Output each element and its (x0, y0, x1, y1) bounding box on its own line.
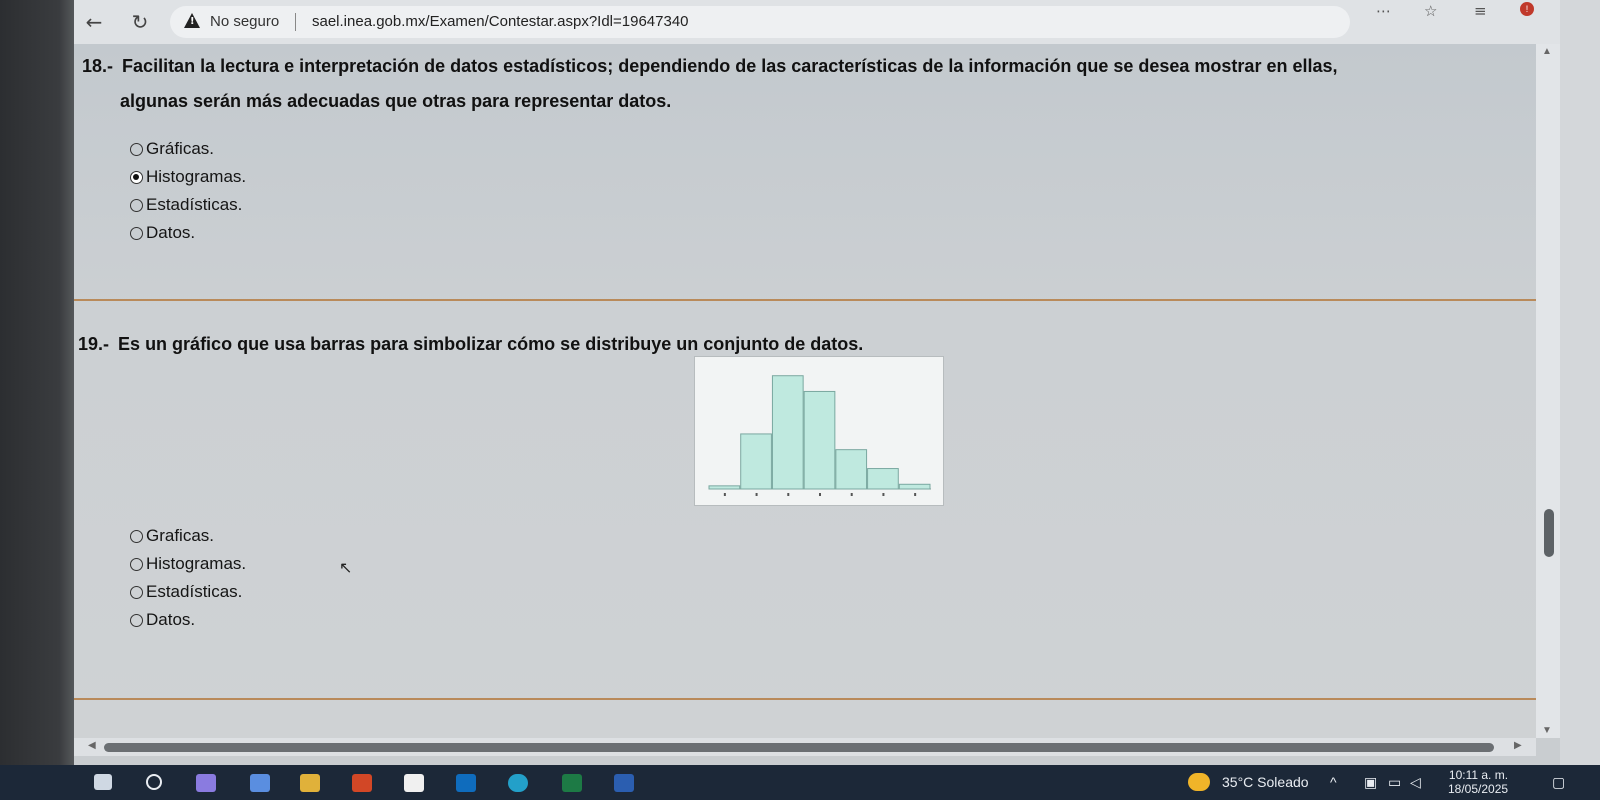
option-datos[interactable]: Datos. (130, 608, 195, 632)
vertical-scroll-thumb[interactable] (1544, 509, 1554, 557)
radio-icon[interactable] (130, 198, 143, 212)
window-right-edge (1560, 0, 1600, 765)
outlook-icon[interactable] (456, 774, 476, 792)
question-divider (74, 299, 1536, 301)
option-graficas[interactable]: Graficas. (130, 524, 214, 548)
scroll-down-arrow-icon[interactable]: ▼ (1542, 725, 1552, 736)
tray-meet-icon[interactable]: ▣ (1364, 774, 1377, 791)
windows-taskbar: 35°C Soleado ^ ▣ ▭ ◁ 10:11 a. m. 18/05/2… (0, 765, 1600, 800)
histogram-tick (914, 493, 917, 496)
exam-page: 18.- Facilitan la lectura e interpretaci… (74, 44, 1536, 738)
warning-icon (184, 13, 200, 28)
solitaire-icon[interactable] (404, 774, 424, 792)
mouse-cursor-icon: ↖ (339, 558, 353, 577)
url-text[interactable]: sael.inea.gob.mx/Examen/Contestar.aspx?I… (312, 13, 689, 30)
clock-time: 10:11 a. m. (1448, 768, 1509, 782)
option-label: Histogramas. (146, 167, 247, 186)
page-bottom-divider (74, 698, 1536, 700)
histogram-image (694, 356, 944, 506)
radio-icon[interactable] (130, 142, 143, 156)
histogram-chart (708, 375, 931, 496)
vertical-scrollbar[interactable]: ▲ ▼ (1536, 44, 1560, 738)
question-19-text: 19.- Es un gráfico que usa barras para s… (78, 334, 863, 355)
histogram-tick (723, 493, 726, 496)
option-label: Histogramas. (146, 554, 247, 573)
histogram-bar (898, 483, 931, 490)
weather-sun-icon (1188, 773, 1210, 791)
option-label: Estadísticas. (146, 195, 243, 214)
option-estadisticas[interactable]: Estadísticas. (130, 580, 242, 604)
question-text-line1: Facilitan la lectura e interpretación de… (122, 56, 1338, 76)
address-bar[interactable]: No seguro sael.inea.gob.mx/Examen/Contes… (170, 6, 1350, 38)
question-text-line1: Es un gráfico que usa barras para simbol… (118, 334, 864, 354)
notification-badge-icon[interactable]: ! (1520, 2, 1534, 16)
clock-date: 18/05/2025 (1448, 782, 1509, 796)
word-icon[interactable] (614, 774, 634, 792)
horizontal-scrollbar[interactable]: ◀ ▶ (74, 738, 1536, 756)
back-arrow-icon[interactable]: ← (82, 10, 106, 34)
histogram-bar (835, 449, 868, 490)
reading-list-icon[interactable]: ≡ (1474, 2, 1487, 20)
weather-text[interactable]: 35°C Soleado (1222, 774, 1309, 790)
radio-icon[interactable] (130, 585, 143, 599)
notifications-icon[interactable]: ▢ (1552, 774, 1565, 791)
option-histogramas[interactable]: Histogramas. (130, 552, 246, 576)
option-label: Datos. (146, 610, 196, 629)
option-datos[interactable]: Datos. (130, 221, 195, 245)
option-label: Gráficas. (146, 139, 215, 158)
radio-selected-icon[interactable] (130, 170, 143, 184)
more-dots-icon[interactable]: ⋯ (1376, 2, 1391, 20)
histogram-tick (819, 493, 821, 496)
question-18-text: 18.- Facilitan la lectura e interpretaci… (82, 56, 1338, 77)
radio-icon[interactable] (130, 226, 143, 240)
copilot-icon[interactable] (196, 774, 216, 792)
calculator-icon[interactable] (250, 774, 270, 792)
screen-bezel (0, 0, 74, 765)
option-label: Estadísticas. (146, 582, 243, 601)
question-number: 19.- (78, 334, 110, 354)
histogram-bar (803, 390, 836, 490)
powerpoint-icon[interactable] (352, 774, 372, 792)
file-explorer-icon[interactable] (300, 774, 320, 792)
histogram-bar (708, 485, 741, 490)
horizontal-scroll-thumb[interactable] (104, 743, 1494, 752)
security-label[interactable]: No seguro (210, 13, 279, 30)
edge-browser-icon[interactable] (508, 774, 528, 792)
histogram-tick (882, 493, 885, 496)
option-label: Datos. (146, 223, 196, 242)
network-icon[interactable]: ▭ (1388, 774, 1401, 791)
question-number: 18.- (82, 56, 114, 76)
question-text-line2: algunas serán más adecuadas que otras pa… (120, 91, 672, 111)
browser-toolbar: ← ↻ No seguro sael.inea.gob.mx/Examen/Co… (74, 0, 1600, 44)
option-label: Graficas. (146, 526, 215, 545)
histogram-tick (755, 493, 758, 496)
scroll-up-arrow-icon[interactable]: ▲ (1542, 46, 1552, 57)
taskbar-clock[interactable]: 10:11 a. m. 18/05/2025 (1448, 768, 1508, 796)
reload-icon[interactable]: ↻ (128, 10, 152, 34)
excel-icon[interactable] (562, 774, 582, 792)
histogram-bar (740, 433, 772, 490)
windows-start-icon[interactable] (94, 774, 112, 790)
radio-icon[interactable] (130, 529, 143, 543)
histogram-bar (867, 468, 899, 490)
star-icon[interactable]: ☆ (1424, 2, 1437, 20)
histogram-tick (787, 493, 790, 496)
scroll-right-arrow-icon[interactable]: ▶ (1514, 740, 1522, 751)
volume-icon[interactable]: ◁ (1410, 774, 1421, 791)
option-estadisticas[interactable]: Estadísticas. (130, 193, 242, 217)
radio-icon[interactable] (130, 557, 143, 571)
option-histogramas[interactable]: Histogramas. (130, 165, 246, 189)
tray-chevron-icon[interactable]: ^ (1330, 774, 1337, 790)
histogram-bar (771, 375, 804, 490)
search-icon[interactable] (146, 774, 162, 790)
radio-icon[interactable] (130, 613, 143, 627)
omnibox-separator (295, 13, 296, 31)
option-graficas[interactable]: Gráficas. (130, 137, 214, 161)
scroll-left-arrow-icon[interactable]: ◀ (88, 740, 96, 751)
histogram-tick (850, 493, 853, 496)
